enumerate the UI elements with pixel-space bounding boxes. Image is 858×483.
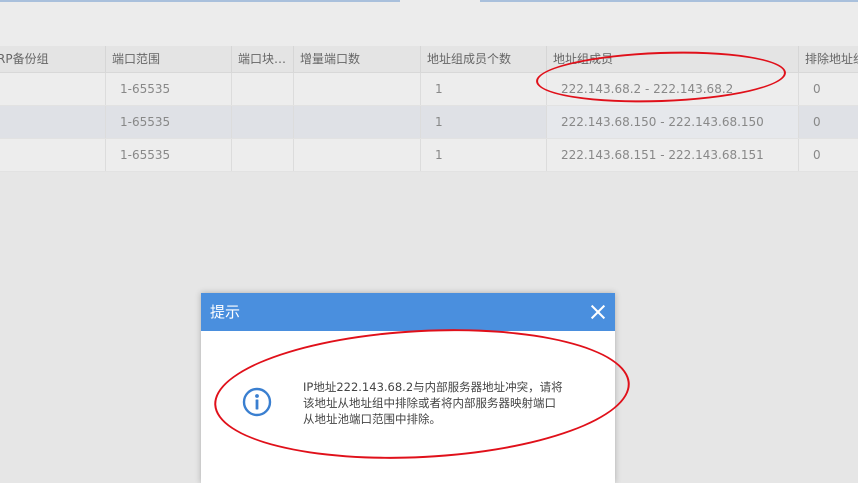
table-cell: 1: [420, 139, 546, 171]
table-row[interactable]: 1-65535 1 222.143.68.2 - 222.143.68.2 0: [0, 73, 858, 106]
table-cell: 0: [798, 106, 858, 138]
column-header-exclude-address[interactable]: 排除地址组: [798, 46, 858, 72]
table-cell: 1-65535: [105, 139, 231, 171]
table-cell: 222.143.68.150 - 222.143.68.150: [546, 106, 798, 138]
table-cell: [293, 73, 420, 105]
table-cell: [293, 139, 420, 171]
table-cell: [0, 73, 105, 105]
tab-indicator-left: [0, 0, 400, 2]
dialog-message-line: 从地址池端口范围中排除。: [303, 412, 441, 426]
table-cell: 1: [420, 73, 546, 105]
alert-dialog: 提示 IP地址222.143.68.2与内部服务器地址冲突，请将 该地址从地址组…: [201, 293, 615, 483]
table-row[interactable]: 1-65535 1 222.143.68.151 - 222.143.68.15…: [0, 139, 858, 172]
dialog-header: 提示: [201, 293, 615, 331]
table-cell: [231, 73, 293, 105]
column-header-members[interactable]: 地址组成员: [546, 46, 798, 72]
table-cell: 222.143.68.2 - 222.143.68.2: [546, 73, 798, 105]
table-header: RP备份组 端口范围 端口块… 增量端口数 地址组成员个数 地址组成员 排除地址…: [0, 46, 858, 73]
table-cell: 1-65535: [105, 73, 231, 105]
table-cell: 0: [798, 73, 858, 105]
top-tab-strip: [0, 0, 858, 8]
dialog-title: 提示: [210, 303, 241, 321]
table-cell: [0, 139, 105, 171]
column-header-port-block[interactable]: 端口块…: [231, 46, 293, 72]
toolbar-area: [0, 8, 858, 47]
table-cell: 1: [420, 106, 546, 138]
column-header-backup-group[interactable]: RP备份组: [0, 46, 105, 72]
table-cell: 222.143.68.151 - 222.143.68.151: [546, 139, 798, 171]
column-header-port-range[interactable]: 端口范围: [105, 46, 231, 72]
table-cell: [293, 106, 420, 138]
dialog-message: IP地址222.143.68.2与内部服务器地址冲突，请将 该地址从地址组中排除…: [303, 379, 593, 427]
table-cell: [231, 106, 293, 138]
table-cell: 0: [798, 139, 858, 171]
info-icon: [242, 387, 272, 417]
dialog-message-line: 该地址从地址组中排除或者将内部服务器映射端口: [303, 396, 556, 410]
table-cell: [231, 139, 293, 171]
table-cell: [0, 106, 105, 138]
tab-indicator-right: [480, 0, 858, 2]
table-row[interactable]: 1-65535 1 222.143.68.150 - 222.143.68.15…: [0, 106, 858, 139]
close-icon[interactable]: [591, 305, 605, 319]
column-header-member-count[interactable]: 地址组成员个数: [420, 46, 546, 72]
table-cell: 1-65535: [105, 106, 231, 138]
column-header-increment-ports[interactable]: 增量端口数: [293, 46, 420, 72]
dialog-message-line: IP地址222.143.68.2与内部服务器地址冲突，请将: [303, 380, 563, 394]
address-group-table: RP备份组 端口范围 端口块… 增量端口数 地址组成员个数 地址组成员 排除地址…: [0, 46, 858, 172]
